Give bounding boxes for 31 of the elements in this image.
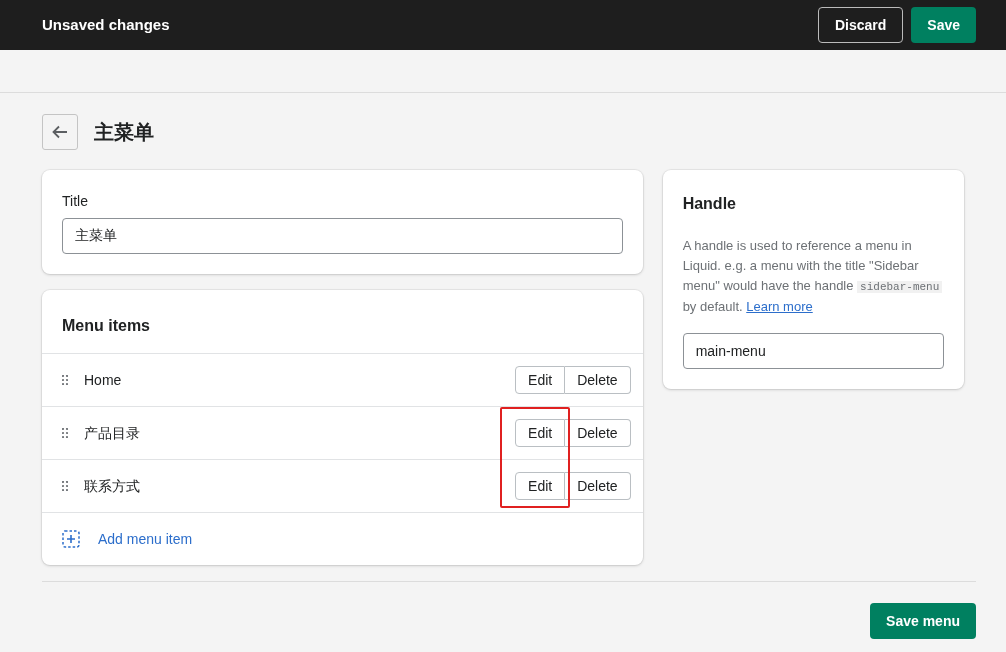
save-menu-button[interactable]: Save menu	[870, 603, 976, 639]
delete-button[interactable]: Delete	[565, 366, 631, 394]
handle-field[interactable]: main-menu	[682, 333, 944, 369]
back-button[interactable]	[42, 114, 78, 150]
page-title: 主菜单	[94, 120, 154, 145]
delete-button[interactable]: Delete	[565, 472, 631, 500]
menu-item-label: Home	[84, 370, 122, 390]
drag-handle-icon[interactable]	[62, 375, 68, 385]
menu-item-row[interactable]: 产品目录 Edit Delete	[42, 407, 643, 460]
handle-description: A handle is used to reference a menu in Liquid. e.g. a menu with the title "Sidebar menu" would have the handle sidebar-menu by default. Learn more	[682, 236, 944, 317]
back-arrow-icon	[52, 125, 68, 139]
edit-button[interactable]: Edit	[515, 419, 566, 447]
add-menu-item-link[interactable]: Add menu item	[98, 528, 193, 550]
menu-item-label: 产品目录	[84, 423, 140, 443]
add-icon	[62, 530, 80, 548]
menu-item-label: 联系方式	[84, 476, 140, 496]
discard-button[interactable]: Discard	[817, 7, 904, 43]
save-button[interactable]: Save	[911, 7, 976, 43]
menu-item-row[interactable]: 联系方式 Edit Delete	[42, 460, 643, 513]
drag-handle-icon[interactable]	[62, 481, 68, 491]
drag-handle-icon[interactable]	[62, 428, 68, 438]
edit-button[interactable]: Edit	[515, 472, 566, 500]
edit-button[interactable]: Edit	[515, 366, 566, 394]
menu-item-row[interactable]: Home Edit Delete	[42, 354, 643, 407]
title-label: Title	[62, 192, 89, 211]
title-field[interactable]: 主菜单	[62, 218, 623, 254]
top-bar-title: Unsaved changes	[42, 14, 170, 35]
menu-items-heading: Menu items	[42, 290, 643, 354]
delete-button[interactable]: Delete	[565, 419, 631, 447]
handle-heading: Handle	[682, 194, 737, 214]
learn-more-link[interactable]: Learn more	[746, 299, 813, 314]
